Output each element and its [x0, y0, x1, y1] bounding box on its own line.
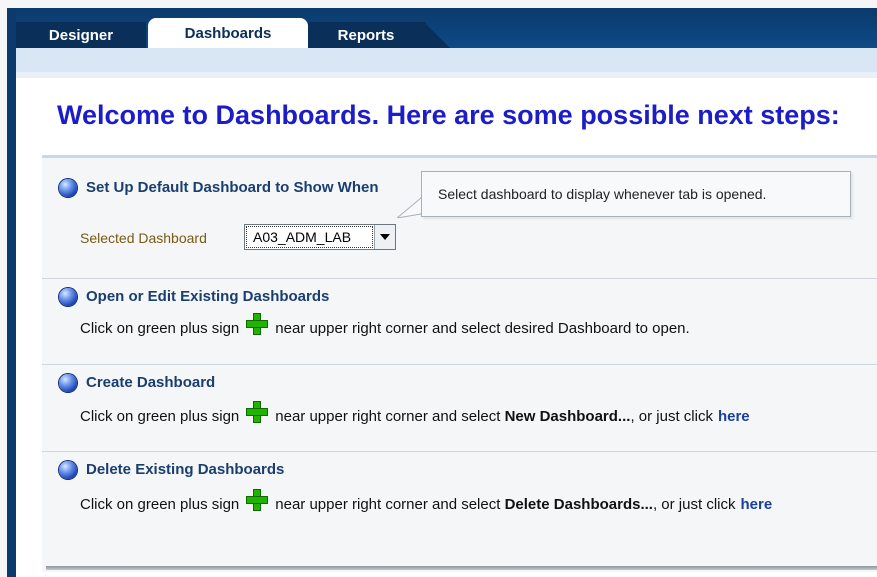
- create-desc-mid: near upper right corner and select: [275, 407, 501, 425]
- section-delete-desc: Click on green plus sign near upper righ…: [80, 490, 772, 514]
- page-title: Welcome to Dashboards. Here are some pos…: [57, 100, 840, 130]
- section-default-title-wrap: Set Up Default Dashboard to Show When: [86, 179, 421, 199]
- open-desc-post: near upper right corner and select desir…: [275, 319, 690, 337]
- green-plus-icon: [247, 490, 268, 510]
- tab-substrip: [16, 48, 877, 72]
- tab-bar: Designer Reports Dashboards: [16, 8, 877, 48]
- tab-reports[interactable]: Reports: [306, 22, 426, 48]
- window-frame-top: [0, 0, 877, 8]
- dropdown-arrow-icon[interactable]: [374, 225, 395, 249]
- section-open-title: Open or Edit Existing Dashboards: [86, 288, 330, 305]
- open-desc-pre: Click on green plus sign: [80, 319, 240, 337]
- section-open-desc: Click on green plus sign near upper righ…: [80, 314, 690, 338]
- delete-desc-mid: near upper right corner and select: [275, 495, 501, 513]
- create-desc-pre: Click on green plus sign: [80, 407, 240, 425]
- section-default-title: Set Up Default Dashboard to Show When: [86, 179, 379, 196]
- blue-orb-icon: [59, 179, 77, 197]
- blue-orb-icon: [59, 288, 77, 306]
- delete-here-link[interactable]: here: [740, 496, 772, 513]
- selected-dashboard-value: A03_ADM_LAB: [246, 226, 373, 248]
- tab-substrip-lower: [16, 72, 877, 78]
- selected-dashboard-select[interactable]: A03_ADM_LAB: [244, 224, 396, 250]
- section-create-title: Create Dashboard: [86, 374, 216, 391]
- delete-desc-pre: Click on green plus sign: [80, 495, 240, 513]
- blue-orb-icon: [59, 461, 77, 479]
- tooltip: Select dashboard to display whenever tab…: [421, 171, 851, 217]
- panel-shadow: [46, 566, 877, 570]
- tab-dashboards[interactable]: Dashboards: [148, 18, 308, 48]
- section-create-desc: Click on green plus sign near upper righ…: [80, 402, 750, 426]
- delete-desc-post: , or just click: [652, 495, 736, 513]
- green-plus-icon: [247, 402, 268, 422]
- create-desc-post: , or just click: [630, 407, 713, 425]
- section-delete-title: Delete Existing Dashboards: [86, 461, 285, 478]
- blue-orb-icon: [59, 374, 77, 392]
- delete-desc-bold: Delete Dashboards...: [504, 495, 653, 513]
- divider: [42, 451, 877, 452]
- selected-dashboard-label: Selected Dashboard: [80, 230, 207, 246]
- create-desc-bold: New Dashboard...: [504, 407, 631, 425]
- left-border-bar: [7, 8, 16, 577]
- create-here-link[interactable]: here: [718, 408, 750, 425]
- green-plus-icon: [247, 314, 268, 334]
- tab-reports-edge: [424, 22, 450, 48]
- divider: [42, 364, 877, 365]
- tab-designer[interactable]: Designer: [16, 22, 146, 48]
- divider: [42, 278, 877, 279]
- tooltip-pointer: [397, 197, 421, 218]
